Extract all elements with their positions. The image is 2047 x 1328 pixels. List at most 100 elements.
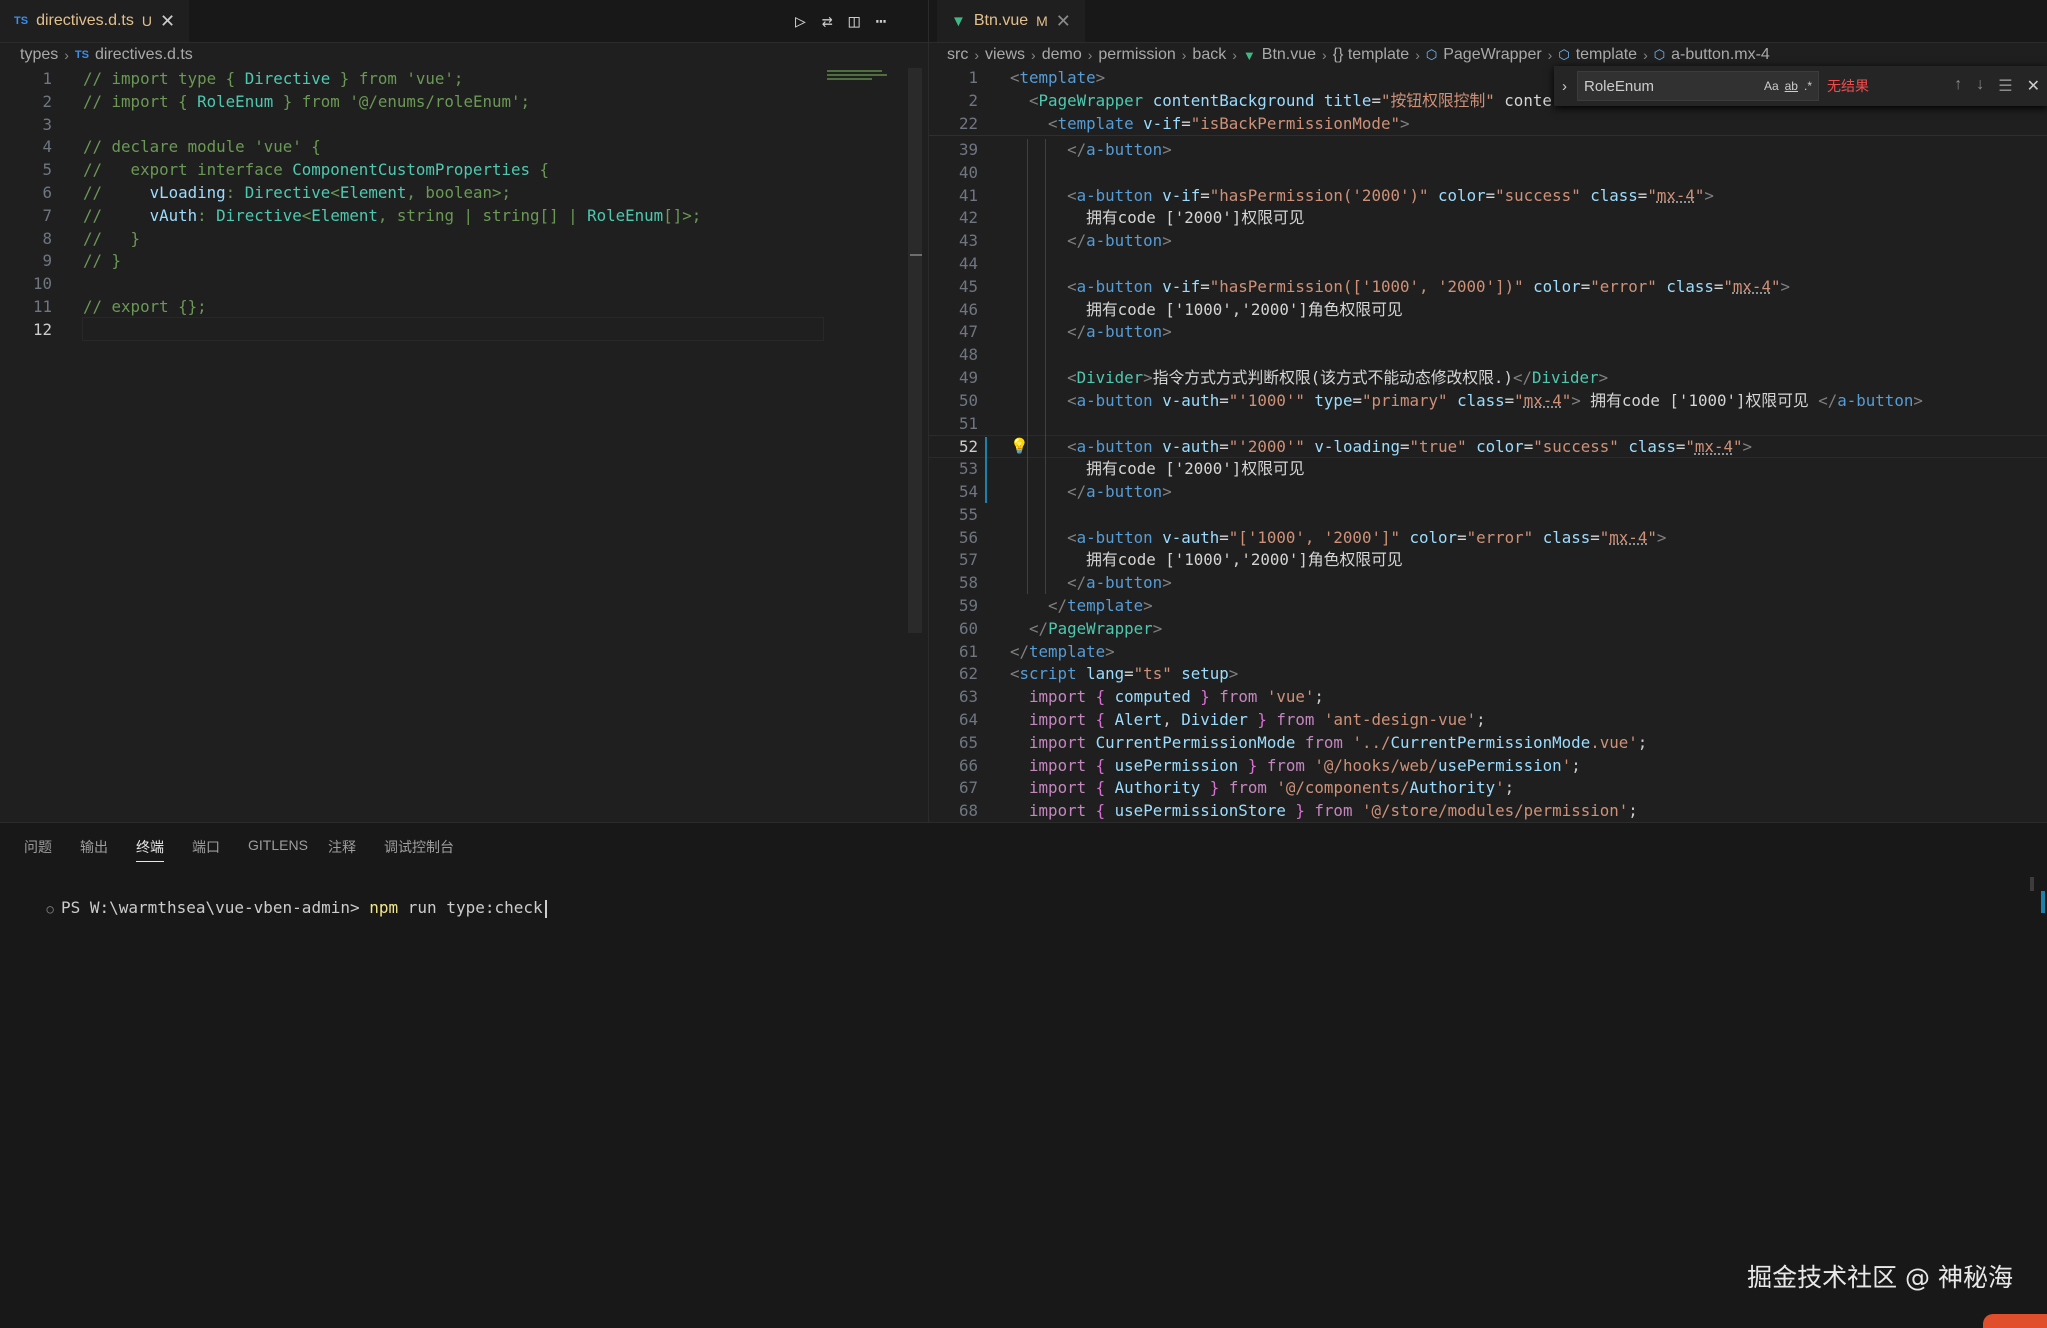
chevron-right-icon: › [1181,47,1187,63]
line-number: 66 [958,755,978,775]
breadcrumb-item[interactable]: demo [1042,46,1082,64]
symbol-field-icon: ⬡ [1425,47,1438,62]
panel-tab[interactable]: 终端 [136,837,164,862]
match-case-icon[interactable]: Aa [1764,79,1779,93]
line-content: 拥有code ['2000']权限可见 [1010,208,1305,228]
breadcrumb-item[interactable]: Btn.vue [1262,46,1316,64]
split-editor-icon[interactable]: ◫ [849,11,860,32]
right-editor-group: ▼ Btn.vue M ✕ src › views › demo › permission ›… [928,0,2047,822]
line-content: // import type { Directive } from 'vue'; [83,69,464,88]
breadcrumb-item-file[interactable]: directives.d.ts [95,46,193,64]
line-number: 45 [958,276,978,296]
chevron-right-icon: › [64,47,69,63]
line-number: 12 [32,319,52,339]
terminal-status-icon: ○ [46,902,61,916]
match-whole-word-icon[interactable]: ab [1785,79,1798,93]
line-number: 42 [958,208,978,228]
line-number: 56 [958,527,978,547]
line-content: </PageWrapper> [1029,618,1163,638]
line-number: 44 [958,254,978,273]
tab-btn-vue[interactable]: ▼ Btn.vue M ✕ [937,0,1085,42]
line-number: 3 [42,114,52,134]
line-content: </template> [1048,596,1153,615]
panel-tab[interactable]: 问题 [24,837,52,857]
terminal[interactable]: ○ PS W:\warmthsea\vue-vben-admin> npm ru… [8,879,547,937]
line-content: </a-button> [1067,573,1172,593]
lightbulb-icon[interactable]: 💡 [1010,437,1029,455]
breadcrumb-item[interactable]: PageWrapper [1443,46,1541,64]
scrollbar-marker [910,254,922,256]
line-number: 7 [42,205,52,225]
breadcrumb-item[interactable]: back [1192,46,1226,64]
left-tab-bar: TS directives.d.ts U ✕ ▷ ⇄ ◫ ⋯ [0,0,928,43]
line-number: 62 [958,664,978,684]
minimap[interactable] [827,68,889,82]
terminal-marker [2041,891,2045,913]
next-match-icon[interactable]: ↓ [1976,76,1984,96]
line-content: // vAuth: Directive<Element, string | st… [83,205,702,225]
vue-file-icon: ▼ [951,12,966,30]
line-number: 6 [42,183,52,202]
app-badge-icon [1983,1314,2047,1328]
line-content: // import { RoleEnum } from '@/enums/rol… [83,91,531,111]
line-content: <a-button v-auth="'1000'" type="primary"… [1067,390,1923,410]
line-number: 52 [958,437,978,457]
line-number: 54 [958,482,978,501]
chevron-right-icon: › [1643,47,1648,63]
close-find-icon[interactable]: ✕ [2027,76,2040,96]
close-tab-icon[interactable]: ✕ [1056,11,1071,32]
line-content: <template v-if="isBackPermissionMode"> [1048,113,1410,133]
vue-file-icon: ▼ [1242,47,1256,63]
breadcrumb-item[interactable]: {} template [1333,46,1410,64]
find-input[interactable]: RoleEnum Aa ab .* [1577,71,1819,101]
line-number: 57 [958,550,978,570]
left-scrollbar[interactable] [908,68,922,633]
line-content: </a-button> [1067,482,1172,501]
indent-guide [1045,139,1046,594]
line-content: // vLoading: Directive<Element, boolean>… [83,183,512,202]
symbol-field-icon: ⬡ [1558,47,1570,62]
panel-tab[interactable]: 注释 [328,837,356,857]
breadcrumb-item[interactable]: a-button.mx-4 [1671,46,1770,64]
run-icon[interactable]: ▷ [795,11,806,32]
toggle-replace-icon[interactable]: › [1562,78,1567,95]
terminal-args: run type:check [398,898,543,917]
code-line[interactable]: 52 <a-button v-auth="'2000'" v-loading="… [929,435,2047,459]
breadcrumb-item[interactable]: template [1576,46,1637,64]
line-number: 59 [958,596,978,615]
breadcrumb-item[interactable]: permission [1098,46,1175,64]
symbol-field-icon: ⬡ [1653,47,1666,62]
modified-gutter-marker [985,437,987,503]
breadcrumb-item[interactable]: views [985,46,1025,64]
panel-tab[interactable]: GITLENS [248,837,308,853]
tab-directives-d-ts[interactable]: TS directives.d.ts U ✕ [0,0,190,42]
line-number: 5 [42,160,52,180]
panel-tab[interactable]: 调试控制台 [384,837,454,857]
line-number: 39 [958,140,978,159]
find-result-count: 无结果 [1827,78,1869,94]
terminal-scrollbar[interactable] [2030,877,2034,891]
typescript-file-icon: TS [74,49,89,61]
panel-tab[interactable]: 输出 [80,837,108,857]
compare-changes-icon[interactable]: ⇄ [822,11,833,32]
line-number: 2 [968,90,978,110]
terminal-prompt: PS W:\warmthsea\vue-vben-admin> [60,898,360,917]
panel-tab[interactable]: 端口 [192,837,220,857]
find-in-selection-icon[interactable]: ☰ [1998,76,2012,96]
line-number: 68 [958,801,978,821]
regex-icon[interactable]: .* [1804,79,1812,93]
previous-match-icon[interactable]: ↑ [1954,76,1962,96]
line-number: 55 [958,504,978,524]
breadcrumb-item-types[interactable]: types [20,46,58,64]
current-line-highlight [82,316,824,341]
line-number: 8 [42,228,52,248]
line-content: </a-button> [1067,140,1172,159]
watermark: 掘金技术社区 @ 神秘海 [1747,1263,2013,1292]
line-number: 22 [958,113,978,133]
close-tab-icon[interactable]: ✕ [160,11,175,32]
breadcrumb-item[interactable]: src [947,46,968,64]
more-actions-icon[interactable]: ⋯ [876,11,887,32]
chevron-right-icon: › [974,47,979,63]
line-number: 48 [958,345,978,365]
line-content: </a-button> [1067,231,1172,251]
